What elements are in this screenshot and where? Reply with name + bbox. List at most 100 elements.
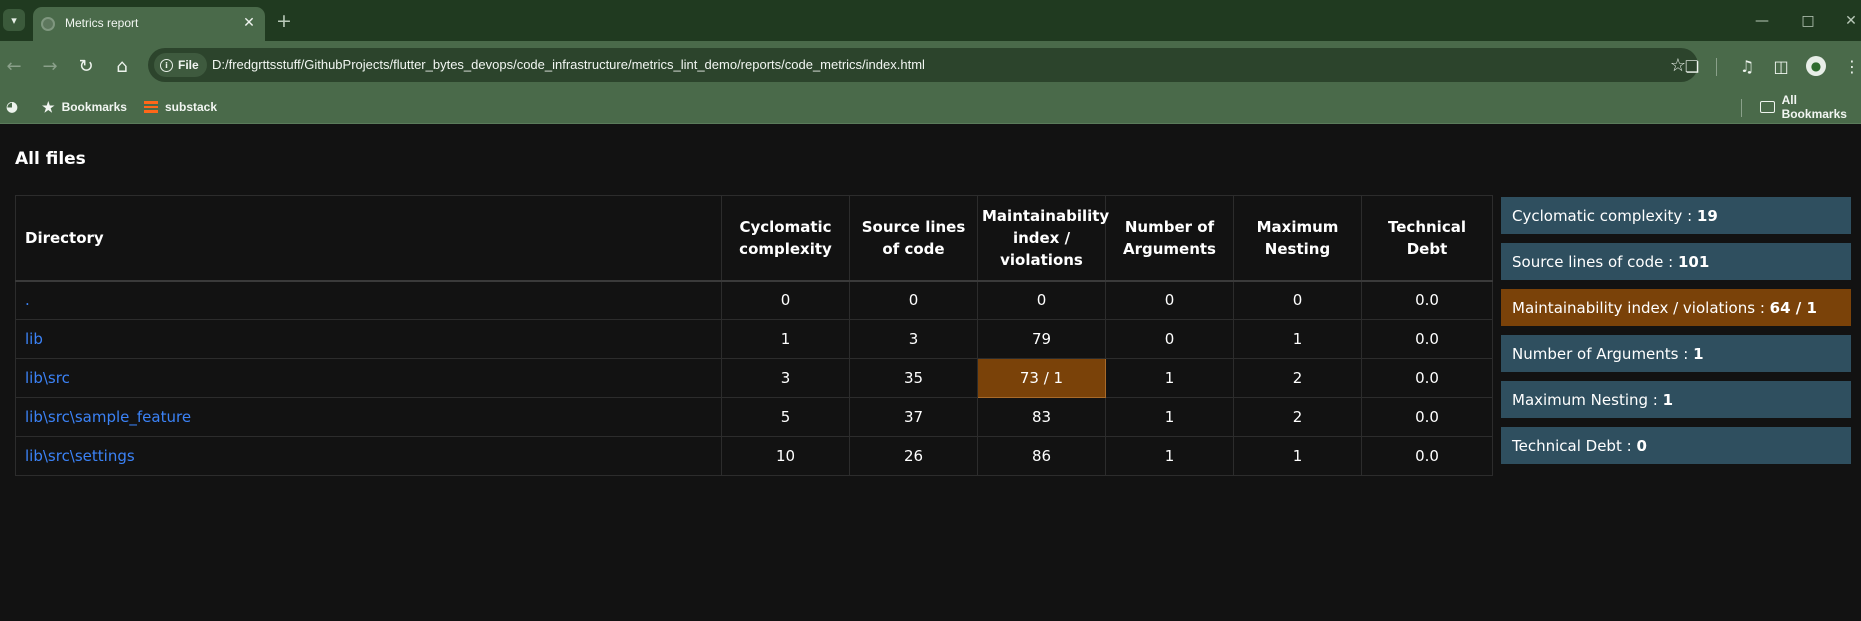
apps-globe-icon[interactable]: ◕ <box>4 99 20 115</box>
directory-link[interactable]: . <box>25 291 30 309</box>
directory-link[interactable]: lib\src <box>25 369 70 387</box>
sloc-cell: 26 <box>849 436 978 476</box>
site-chip-label: File <box>178 58 199 72</box>
globe-icon <box>41 17 55 31</box>
all-bookmarks-label: All Bookmarks <box>1781 93 1847 121</box>
new-tab-button[interactable]: + <box>273 10 295 32</box>
directory-cell: lib\src\sample_feature <box>15 397 722 437</box>
table-row: lib\src\settings 10 26 86 1 1 0.0 <box>15 436 1493 476</box>
summary-label: Cyclomatic complexity : <box>1512 206 1693 225</box>
summary-value: 0 <box>1636 436 1647 455</box>
bookmark-label: substack <box>165 100 218 114</box>
bookmarks-bar: ◕ ★ Bookmarks substack All Bookmarks <box>0 91 1861 124</box>
summary-label: Maintainability index / violations : <box>1512 298 1765 317</box>
column-header-sloc: Source lines of code <box>849 195 978 282</box>
extensions-icon[interactable]: ❏ <box>1680 54 1704 78</box>
reload-button[interactable]: ↻ <box>74 54 98 78</box>
bookmark-substack[interactable]: substack <box>140 96 221 118</box>
directory-cell: . <box>15 280 722 320</box>
tab-search-button[interactable]: ▾ <box>3 9 25 31</box>
nesting-cell: 2 <box>1233 397 1362 437</box>
tab-title: Metrics report <box>65 16 139 30</box>
maintainability-cell: 79 <box>977 319 1106 359</box>
summary-label: Number of Arguments : <box>1512 344 1689 363</box>
table-header-row: Directory Cyclomatic complexity Source l… <box>15 195 1493 282</box>
directory-link[interactable]: lib\src\settings <box>25 447 135 465</box>
debt-cell: 0.0 <box>1361 436 1493 476</box>
debt-cell: 0.0 <box>1361 397 1493 437</box>
cyclomatic-cell: 10 <box>721 436 850 476</box>
directory-link[interactable]: lib\src\sample_feature <box>25 408 191 426</box>
table-row: lib\src\sample_feature 5 37 83 1 2 0.0 <box>15 397 1493 437</box>
table-row: lib\src 3 35 73 / 1 1 2 0.0 <box>15 358 1493 398</box>
directory-cell: lib <box>15 319 722 359</box>
summary-sloc: Source lines of code : 101 <box>1501 243 1851 280</box>
home-button[interactable]: ⌂ <box>110 54 134 78</box>
summary-debt: Technical Debt : 0 <box>1501 427 1851 464</box>
minimize-button[interactable]: — <box>1749 10 1775 32</box>
sloc-cell: 35 <box>849 358 978 398</box>
sloc-cell: 3 <box>849 319 978 359</box>
maximize-button[interactable]: □ <box>1795 10 1821 32</box>
summary-label: Maximum Nesting : <box>1512 390 1658 409</box>
cyclomatic-cell: 0 <box>721 280 850 320</box>
arguments-cell: 0 <box>1105 319 1234 359</box>
column-header-nesting: Maximum Nesting <box>1233 195 1362 282</box>
profile-button[interactable]: ● <box>1804 54 1828 78</box>
bookmarks-divider <box>1741 99 1742 117</box>
summary-nesting: Maximum Nesting : 1 <box>1501 381 1851 418</box>
back-button[interactable]: ← <box>2 54 26 78</box>
site-info-chip[interactable]: i File <box>154 53 207 77</box>
nesting-cell: 0 <box>1233 280 1362 320</box>
window-close-button[interactable]: ✕ <box>1838 10 1861 32</box>
summary-value: 19 <box>1696 206 1718 225</box>
info-icon: i <box>160 58 173 72</box>
column-header-maintainability: Maintainability index / violations <box>977 195 1109 282</box>
maintainability-cell: 86 <box>977 436 1106 476</box>
cyclomatic-cell: 5 <box>721 397 850 437</box>
menu-kebab-icon[interactable]: ⋮ <box>1840 54 1861 78</box>
all-bookmarks-button[interactable]: All Bookmarks <box>1756 93 1861 121</box>
column-header-debt: Technical Debt <box>1361 195 1493 282</box>
star-icon: ★ <box>42 98 55 115</box>
debt-cell: 0.0 <box>1361 358 1493 398</box>
summary-value: 64 / 1 <box>1769 298 1817 317</box>
side-panel-icon[interactable]: ◫ <box>1769 54 1793 78</box>
forward-button[interactable]: → <box>38 54 62 78</box>
nesting-cell: 2 <box>1233 358 1362 398</box>
maintainability-cell: 0 <box>977 280 1106 320</box>
address-bar[interactable]: i File D:/fredgrttsstuff/GithubProjects/… <box>148 48 1698 82</box>
directory-link[interactable]: lib <box>25 330 43 348</box>
table-row: . 0 0 0 0 0 0.0 <box>15 280 1493 320</box>
debt-cell: 0.0 <box>1361 319 1493 359</box>
close-icon[interactable]: ✕ <box>239 13 259 33</box>
summary-value: 1 <box>1693 344 1704 363</box>
summary-value: 101 <box>1677 252 1710 271</box>
summary-cyclomatic: Cyclomatic complexity : 19 <box>1501 197 1851 234</box>
sloc-cell: 0 <box>849 280 978 320</box>
url-text[interactable]: D:/fredgrttsstuff/GithubProjects/flutter… <box>212 57 925 72</box>
media-controls-icon[interactable]: ♫ <box>1735 54 1759 78</box>
cyclomatic-cell: 1 <box>721 319 850 359</box>
substack-favicon-icon <box>144 101 158 114</box>
arguments-cell: 1 <box>1105 397 1234 437</box>
summary-label: Source lines of code : <box>1512 252 1674 271</box>
bookmark-label: Bookmarks <box>61 100 127 114</box>
toolbar-divider <box>1716 58 1717 76</box>
debt-cell: 0.0 <box>1361 280 1493 320</box>
browser-toolbar: ← → ↻ ⌂ i File D:/fredgrttsstuff/GithubP… <box>0 41 1861 91</box>
column-header-arguments: Number of Arguments <box>1105 195 1234 282</box>
maintainability-cell: 83 <box>977 397 1106 437</box>
tab-metrics-report[interactable]: Metrics report ✕ <box>33 7 265 41</box>
column-header-directory: Directory <box>15 195 722 282</box>
nesting-cell: 1 <box>1233 319 1362 359</box>
maintainability-violation-cell: 73 / 1 <box>977 358 1106 398</box>
directory-cell: lib\src <box>15 358 722 398</box>
bookmark-bookmarks[interactable]: ★ Bookmarks <box>38 96 131 118</box>
sloc-cell: 37 <box>849 397 978 437</box>
tab-strip: ▾ Metrics report ✕ + — □ ✕ <box>0 0 1861 41</box>
summary-label: Technical Debt : <box>1512 436 1632 455</box>
column-header-cyclomatic: Cyclomatic complexity <box>721 195 850 282</box>
avatar: ● <box>1806 56 1826 76</box>
arguments-cell: 0 <box>1105 280 1234 320</box>
